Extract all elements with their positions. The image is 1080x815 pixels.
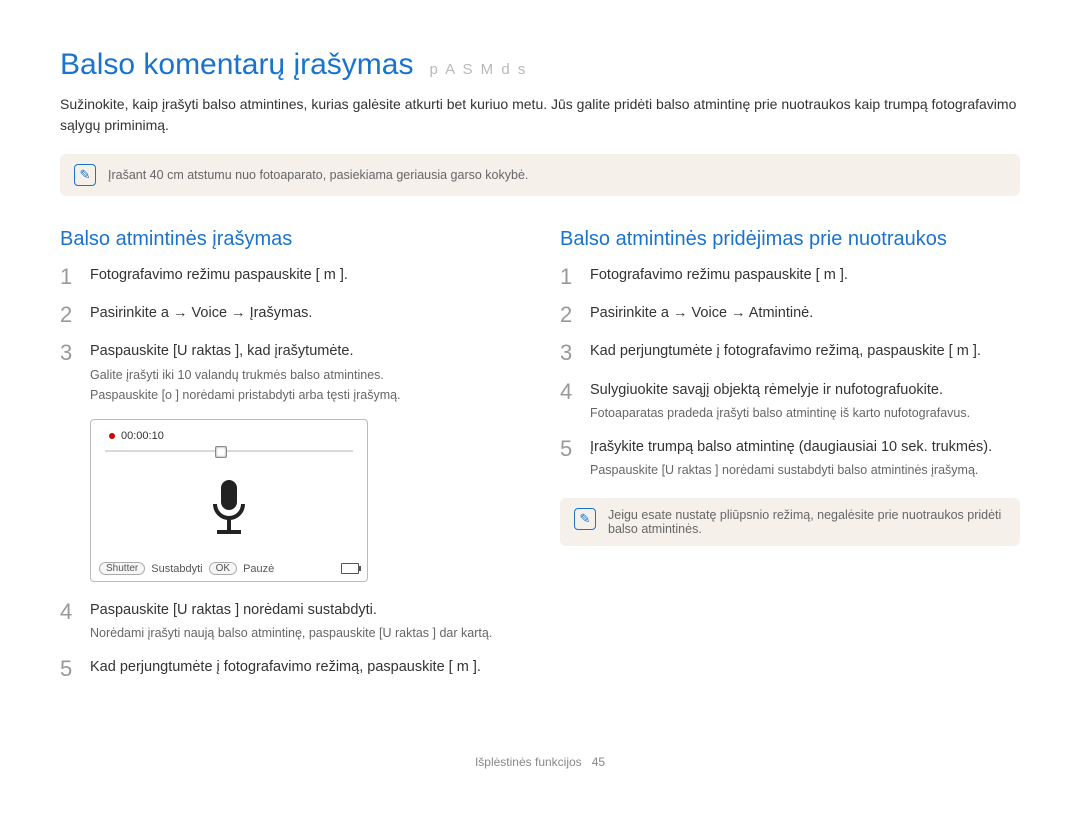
step-num: 2 bbox=[60, 303, 78, 327]
step-num: 5 bbox=[60, 657, 78, 681]
sub-bullet: Paspauskite [o ] norėdami pristabdyti ar… bbox=[90, 386, 520, 405]
step-1: 1 Fotografavimo režimu paspauskite [ m ]… bbox=[60, 265, 520, 289]
step-num: 2 bbox=[560, 303, 578, 327]
step-line: Paspauskite [U raktas ] norėdami sustabd… bbox=[90, 602, 377, 618]
page-footer: Išplėstinės funkcijos 45 bbox=[60, 755, 1020, 769]
right-note: ✎ Jeigu esate nustatę pliūpsnio režimą, … bbox=[560, 498, 1020, 546]
shutter-label: Shutter bbox=[99, 562, 145, 575]
step-r5: 5 Įrašykite trumpą balso atmintinę (daug… bbox=[560, 437, 1020, 480]
microphone-icon bbox=[205, 478, 253, 540]
ok-label: OK bbox=[209, 562, 237, 575]
battery-icon bbox=[341, 563, 359, 574]
step-num: 1 bbox=[60, 265, 78, 289]
step-5: 5 Kad perjungtumėte į fotografavimo reži… bbox=[60, 657, 520, 681]
step-sub: Norėdami įrašyti naują balso atmintinę, … bbox=[90, 624, 520, 643]
left-heading: Balso atmintinės įrašymas bbox=[60, 228, 520, 251]
timer-text: 00:00:10 bbox=[121, 430, 164, 442]
step-sub: Fotoaparatas pradeda įrašyti balso atmin… bbox=[590, 404, 1020, 423]
step-4: 4 Paspauskite [U raktas ] norėdami susta… bbox=[60, 600, 520, 643]
timer-row: 00:00:10 bbox=[99, 430, 359, 442]
step-num: 3 bbox=[560, 341, 578, 365]
step-num: 5 bbox=[560, 437, 578, 480]
step-num: 1 bbox=[560, 265, 578, 289]
intro-text: Sužinokite, kaip įrašyti balso atmintine… bbox=[60, 94, 1020, 136]
step-text: Sulygiuokite savąjį objektą rėmelyje ir … bbox=[590, 380, 1020, 423]
note-text: Jeigu esate nustatę pliūpsnio režimą, ne… bbox=[608, 508, 1006, 536]
footer-label: Išplėstinės funkcijos bbox=[475, 755, 582, 769]
record-dot-icon bbox=[109, 433, 115, 439]
step-sub: Paspauskite [U raktas ] norėdami sustabd… bbox=[590, 461, 1020, 480]
step-r4: 4 Sulygiuokite savąjį objektą rėmelyje i… bbox=[560, 380, 1020, 423]
note-icon: ✎ bbox=[574, 508, 596, 530]
step-text: Paspauskite [U raktas ] norėdami sustabd… bbox=[90, 600, 520, 643]
sub-bullet: Paspauskite [U raktas ] norėdami sustabd… bbox=[590, 461, 1020, 480]
step-r1: 1 Fotografavimo režimu paspauskite [ m ]… bbox=[560, 265, 1020, 289]
step-text: Pasirinkite a → Voice → Atmintinė. bbox=[590, 303, 1020, 327]
sub-bullet: Norėdami įrašyti naują balso atmintinę, … bbox=[90, 624, 520, 643]
page-title: Balso komentarų įrašymas p A S M d s bbox=[60, 48, 1020, 82]
sub-bullet: Fotoaparatas pradeda įrašyti balso atmin… bbox=[590, 404, 1020, 423]
footer-page: 45 bbox=[592, 755, 605, 769]
screen-button-row: Shutter Sustabdyti OK Pauzė bbox=[99, 562, 359, 575]
step-text: Kad perjungtumėte į fotografavimo režimą… bbox=[590, 341, 1020, 365]
title-text: Balso komentarų įrašymas bbox=[60, 48, 413, 82]
mode-badge: p A S M d s bbox=[429, 61, 527, 78]
progress-slider bbox=[105, 446, 353, 456]
step-r2: 2 Pasirinkite a → Voice → Atmintinė. bbox=[560, 303, 1020, 327]
step-r3: 3 Kad perjungtumėte į fotografavimo reži… bbox=[560, 341, 1020, 365]
step-num: 4 bbox=[560, 380, 578, 423]
step-num: 3 bbox=[60, 341, 78, 405]
step-text: Pasirinkite a → Voice → Įrašymas. bbox=[90, 303, 520, 327]
note-text: Įrašant 40 cm atstumu nuo fotoaparato, p… bbox=[108, 168, 528, 182]
step-line: Paspauskite [U raktas ], kad įrašytumėte… bbox=[90, 343, 354, 359]
step-text: Kad perjungtumėte į fotografavimo režimą… bbox=[90, 657, 520, 681]
step-2: 2 Pasirinkite a → Voice → Įrašymas. bbox=[60, 303, 520, 327]
step-sub: Galite įrašyti iki 10 valandų trukmės ba… bbox=[90, 366, 520, 406]
stop-label: Sustabdyti bbox=[151, 563, 202, 575]
sub-bullet: Galite įrašyti iki 10 valandų trukmės ba… bbox=[90, 366, 520, 385]
step-line: Sulygiuokite savąjį objektą rėmelyje ir … bbox=[590, 382, 943, 398]
step-line: Įrašykite trumpą balso atmintinę (daugia… bbox=[590, 439, 992, 455]
pause-label: Pauzė bbox=[243, 563, 274, 575]
right-heading: Balso atmintinės pridėjimas prie nuotrau… bbox=[560, 228, 1020, 251]
step-text: Fotografavimo režimu paspauskite [ m ]. bbox=[590, 265, 1020, 289]
step-3: 3 Paspauskite [U raktas ], kad įrašytumė… bbox=[60, 341, 520, 405]
top-note: ✎ Įrašant 40 cm atstumu nuo fotoaparato,… bbox=[60, 154, 1020, 196]
step-text: Paspauskite [U raktas ], kad įrašytumėte… bbox=[90, 341, 520, 405]
device-screen: 00:00:10 bbox=[90, 419, 368, 582]
step-text: Įrašykite trumpą balso atmintinę (daugia… bbox=[590, 437, 1020, 480]
note-icon: ✎ bbox=[74, 164, 96, 186]
step-num: 4 bbox=[60, 600, 78, 643]
step-text: Fotografavimo režimu paspauskite [ m ]. bbox=[90, 265, 520, 289]
